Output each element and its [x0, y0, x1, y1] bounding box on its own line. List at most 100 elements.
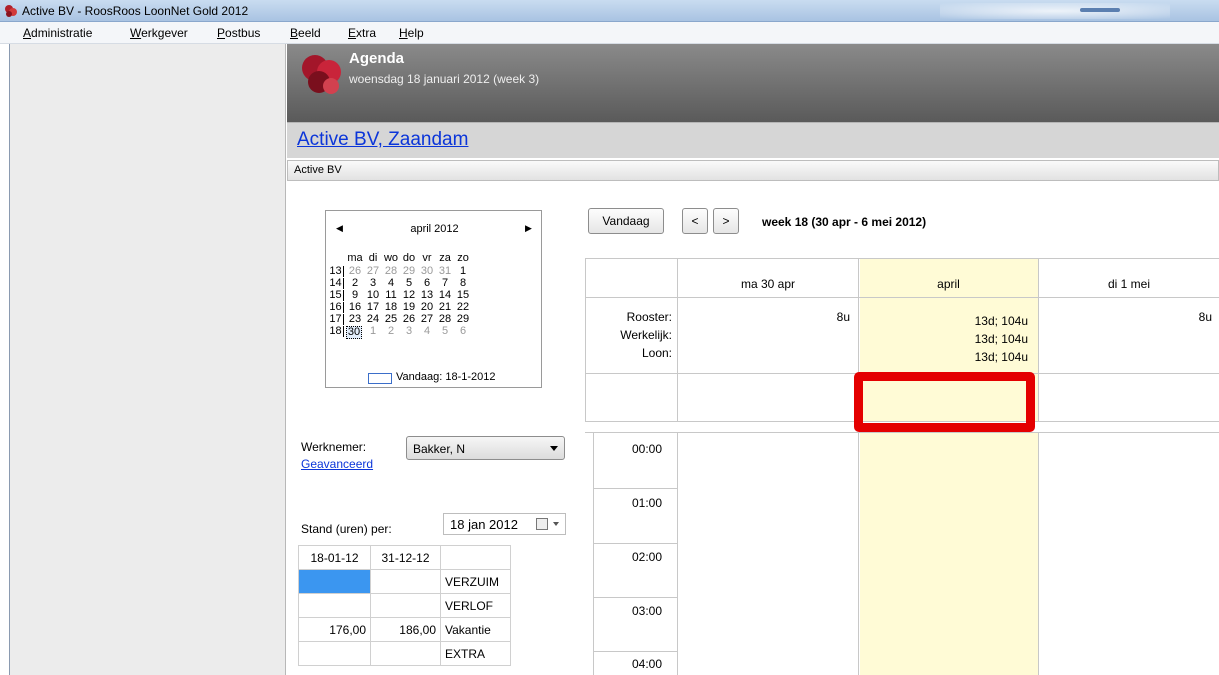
calendar-day[interactable]: 22 — [454, 302, 472, 313]
today-button[interactable]: Vandaag — [588, 208, 664, 234]
table-cell[interactable]: 186,00 — [370, 617, 441, 642]
agenda-header: Agenda woensdag 18 januari 2012 (week 3) — [287, 44, 1219, 122]
calendar-day[interactable]: 10 — [364, 290, 382, 301]
weekday: ma — [347, 252, 363, 264]
calendar-day[interactable]: 30 — [346, 326, 362, 339]
stand-label: Stand (uren) per: — [301, 522, 392, 536]
calendar-day[interactable]: 28 — [382, 266, 400, 277]
calendar-day[interactable]: 13 — [418, 290, 436, 301]
calendar-week-row: 15 9 10 11 12 13 14 15 — [328, 290, 540, 301]
stand-date-value: 18 jan 2012 — [450, 517, 518, 532]
table-cell[interactable] — [370, 593, 441, 618]
calendar-day[interactable]: 1 — [454, 266, 472, 277]
chevron-down-icon[interactable] — [553, 522, 559, 526]
calendar-day[interactable]: 21 — [436, 302, 454, 313]
calendar-day[interactable]: 9 — [346, 290, 364, 301]
roos-logo-icon — [302, 55, 341, 94]
calendar-day[interactable]: 7 — [436, 278, 454, 289]
page-title: Agenda — [349, 50, 405, 67]
werknemer-label: Werknemer: — [301, 440, 367, 454]
prev-week-button[interactable]: < — [682, 208, 708, 234]
calendar-day[interactable]: 31 — [436, 266, 454, 277]
calendar-week-number[interactable]: 16 — [328, 302, 344, 313]
company-link[interactable]: Active BV, Zaandam — [297, 129, 468, 151]
calendar-day[interactable]: 2 — [346, 278, 364, 289]
table-cell[interactable] — [370, 569, 441, 594]
calendar-day[interactable]: 15 — [454, 290, 472, 301]
table-cell[interactable] — [298, 641, 371, 666]
calendar-week-number[interactable]: 17 — [328, 314, 344, 325]
calendar-week-row: 14 2 3 4 5 6 7 8 — [328, 278, 540, 289]
calendar-day[interactable]: 27 — [418, 314, 436, 325]
calendar-day[interactable]: 20 — [418, 302, 436, 313]
table-row: VERLOF — [298, 593, 511, 618]
mini-calendar: ◀ april 2012 ▶ ma di wo do vr za zo 13 26… — [325, 210, 542, 388]
calendar-day[interactable]: 3 — [400, 326, 418, 337]
table-cell[interactable] — [298, 569, 371, 594]
window-title-bar: Active BV - RoosRoos LoonNet Gold 2012 — [0, 0, 1219, 22]
table-row: 176,00 186,00 Vakantie — [298, 617, 511, 642]
calendar-next-icon[interactable]: ▶ — [525, 223, 532, 234]
calendar-icon[interactable] — [536, 518, 548, 530]
calendar-today-label[interactable]: Vandaag: 18-1-2012 — [396, 371, 496, 383]
table-cell: VERLOF — [440, 593, 511, 618]
hour-label: 01:00 — [631, 496, 662, 510]
calendar-day[interactable]: 17 — [364, 302, 382, 313]
calendar-day[interactable]: 19 — [400, 302, 418, 313]
calendar-day[interactable]: 4 — [418, 326, 436, 337]
calendar-day[interactable]: 26 — [400, 314, 418, 325]
calendar-day[interactable]: 23 — [346, 314, 364, 325]
next-week-button[interactable]: > — [713, 208, 739, 234]
calendar-day[interactable]: 6 — [454, 326, 472, 337]
calendar-week-number[interactable]: 18 — [328, 326, 344, 337]
calendar-day[interactable]: 26 — [346, 266, 364, 277]
calendar-day[interactable]: 6 — [418, 278, 436, 289]
calendar-day[interactable]: 28 — [436, 314, 454, 325]
calendar-week-number[interactable]: 14 — [328, 278, 344, 289]
calendar-day[interactable]: 4 — [382, 278, 400, 289]
column-header: 18-01-12 — [298, 545, 371, 570]
table-cell[interactable] — [370, 641, 441, 666]
calendar-day[interactable]: 2 — [382, 326, 400, 337]
day-header[interactable]: di 1 mei — [1039, 277, 1219, 291]
stand-date-input[interactable]: 18 jan 2012 — [443, 513, 566, 535]
company-selector[interactable]: Active BV — [287, 160, 1219, 181]
row-label: Loon: — [641, 346, 672, 360]
calendar-day[interactable]: 14 — [436, 290, 454, 301]
table-cell[interactable] — [298, 593, 371, 618]
grid-line — [858, 432, 859, 675]
day-header[interactable]: april — [859, 277, 1038, 291]
calendar-day[interactable]: 18 — [382, 302, 400, 313]
calendar-day[interactable]: 11 — [382, 290, 400, 301]
calendar-day[interactable]: 24 — [364, 314, 382, 325]
column-header: 31-12-12 — [370, 545, 441, 570]
calendar-day[interactable]: 29 — [454, 314, 472, 325]
calendar-day[interactable]: 27 — [364, 266, 382, 277]
menu-postbus[interactable]: Postbus — [217, 26, 260, 40]
table-cell: VERZUIM — [440, 569, 511, 594]
calendar-week-number[interactable]: 13 — [328, 266, 344, 277]
menu-administratie[interactable]: Administratie — [23, 26, 92, 40]
table-cell: EXTRA — [440, 641, 511, 666]
window-title: Active BV - RoosRoos LoonNet Gold 2012 — [22, 4, 249, 18]
menu-werkgever[interactable]: Werkgever — [130, 26, 188, 40]
table-cell[interactable]: 176,00 — [298, 617, 371, 642]
calendar-day[interactable]: 5 — [436, 326, 454, 337]
calendar-day[interactable]: 30 — [418, 266, 436, 277]
werknemer-select[interactable]: Bakker, N — [406, 436, 565, 460]
calendar-day[interactable]: 3 — [364, 278, 382, 289]
menu-beeld[interactable]: Beeld — [290, 26, 321, 40]
calendar-day[interactable]: 1 — [364, 326, 382, 337]
calendar-day[interactable]: 29 — [400, 266, 418, 277]
calendar-week-number[interactable]: 15 — [328, 290, 344, 301]
day-header[interactable]: ma 30 apr — [678, 277, 858, 291]
calendar-day[interactable]: 25 — [382, 314, 400, 325]
calendar-day[interactable]: 12 — [400, 290, 418, 301]
menu-help[interactable]: Help — [399, 26, 424, 40]
stand-table: 18-01-12 31-12-12 VERZUIM VERLOF 176,00 … — [298, 545, 511, 666]
advanced-link[interactable]: Geavanceerd — [301, 457, 373, 471]
menu-extra[interactable]: Extra — [348, 26, 376, 40]
calendar-day[interactable]: 16 — [346, 302, 364, 313]
calendar-day[interactable]: 8 — [454, 278, 472, 289]
calendar-day[interactable]: 5 — [400, 278, 418, 289]
